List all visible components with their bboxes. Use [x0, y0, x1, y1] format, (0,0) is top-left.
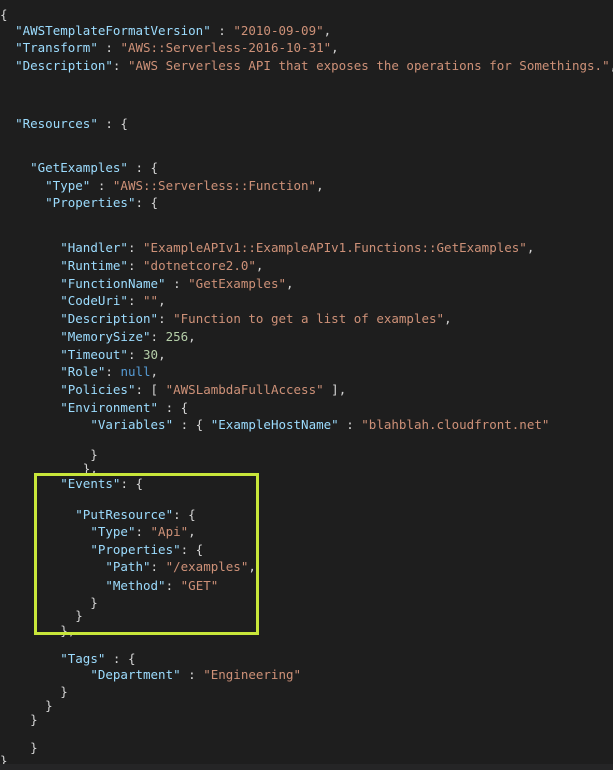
json-key: "Role" [60, 364, 106, 379]
json-null: null [120, 364, 151, 379]
code-line: "Method": "GET" [105, 578, 219, 593]
json-string: "blahblah.cloudfront.net" [361, 417, 550, 432]
code-line: "Properties": { [90, 542, 204, 557]
json-string: "AWSLambdaFullAccess" [165, 382, 324, 397]
code-line: "GetExamples" : { [30, 160, 159, 175]
json-key: "Path" [105, 559, 151, 574]
code-line: } [0, 712, 38, 727]
code-line: "MemorySize": 256, [60, 329, 196, 344]
code-line: "CodeUri": "", [60, 293, 166, 308]
editor-bottom-edge [0, 764, 613, 770]
json-key: "Timeout" [60, 347, 128, 362]
code-line: "Properties": { [45, 195, 159, 210]
json-key: "Description" [60, 311, 159, 326]
json-key: "ExampleHostName" [210, 417, 339, 432]
code-line: "Events": { [60, 476, 144, 491]
code-line: "Department" : "Engineering" [90, 667, 302, 682]
code-line: "AWSTemplateFormatVersion" : "2010-09-09… [15, 23, 332, 38]
json-string: "" [143, 293, 159, 308]
json-key: "Policies" [60, 382, 136, 397]
code-line: "Resources" : { [15, 116, 128, 131]
code-line: { [0, 7, 8, 22]
json-string: "/examples" [165, 559, 249, 574]
code-line: "Handler": "ExampleAPIv1::ExampleAPIv1.F… [60, 240, 535, 255]
json-string: "ExampleAPIv1::ExampleAPIv1.Functions::G… [143, 240, 527, 255]
code-line: "FunctionName" : "GetExamples", [60, 276, 294, 291]
json-string: "AWS Serverless API that exposes the ope… [127, 58, 610, 73]
code-line: }, [0, 623, 76, 638]
json-key: "Handler" [60, 240, 128, 255]
json-string: "dotnetcore2.0" [143, 258, 256, 273]
code-line: "Variables" : { "ExampleHostName" : "bla… [90, 417, 550, 432]
json-string: "Api" [150, 524, 189, 539]
json-string: "Engineering" [203, 667, 302, 682]
json-key: "Type" [90, 524, 136, 539]
json-key: "GetExamples" [30, 160, 128, 175]
code-line: "Role": null, [60, 364, 159, 379]
json-key: "Transform" [15, 40, 98, 55]
code-line: "Transform" : "AWS::Serverless-2016-10-3… [15, 40, 339, 55]
json-string: "GET" [180, 578, 219, 593]
json-number: 256 [165, 329, 189, 344]
json-key: "Tags" [60, 651, 106, 666]
code-editor[interactable]: { "AWSTemplateFormatVersion" : "2010-09-… [0, 0, 613, 770]
code-line: "Type" : "AWS::Serverless::Function", [45, 178, 324, 193]
json-string: "2010-09-09" [233, 23, 324, 38]
code-line: "Description": "AWS Serverless API that … [15, 58, 613, 73]
json-string: "AWS::Serverless::Function" [112, 178, 317, 193]
json-key: "Variables" [90, 417, 174, 432]
code-line: "Type": "Api", [90, 524, 196, 539]
json-key: "Runtime" [60, 258, 128, 273]
json-key: "Type" [45, 178, 91, 193]
json-key: "MemorySize" [60, 329, 151, 344]
code-line: "Timeout": 30, [60, 347, 166, 362]
code-line: "Tags" : { [60, 651, 136, 666]
code-line: "Policies": [ "AWSLambdaFullAccess" ], [60, 382, 347, 397]
code-line: "PutResource": { [75, 507, 196, 522]
json-key: "FunctionName" [60, 276, 166, 291]
json-key: "Properties" [90, 542, 181, 557]
json-string: "AWS::Serverless-2016-10-31" [120, 40, 332, 55]
code-line: "Environment" : { [60, 400, 189, 415]
json-key: "Resources" [15, 116, 98, 131]
json-key: "AWSTemplateFormatVersion" [15, 23, 211, 38]
json-key: "Department" [90, 667, 181, 682]
json-key: "Environment" [60, 400, 159, 415]
json-number: 30 [143, 347, 159, 362]
json-key: "Properties" [45, 195, 136, 210]
code-line: "Runtime": "dotnetcore2.0", [60, 258, 264, 273]
json-key: "CodeUri" [60, 293, 128, 308]
json-key: "PutResource" [75, 507, 174, 522]
code-line: "Path": "/examples", [105, 559, 256, 574]
json-key: "Description" [15, 58, 113, 73]
code-line: "Description": "Function to get a list o… [60, 311, 452, 326]
json-key: "Events" [60, 476, 121, 491]
json-key: "Method" [105, 578, 166, 593]
json-string: "Function to get a list of examples" [173, 311, 445, 326]
json-string: "GetExamples" [188, 276, 286, 291]
